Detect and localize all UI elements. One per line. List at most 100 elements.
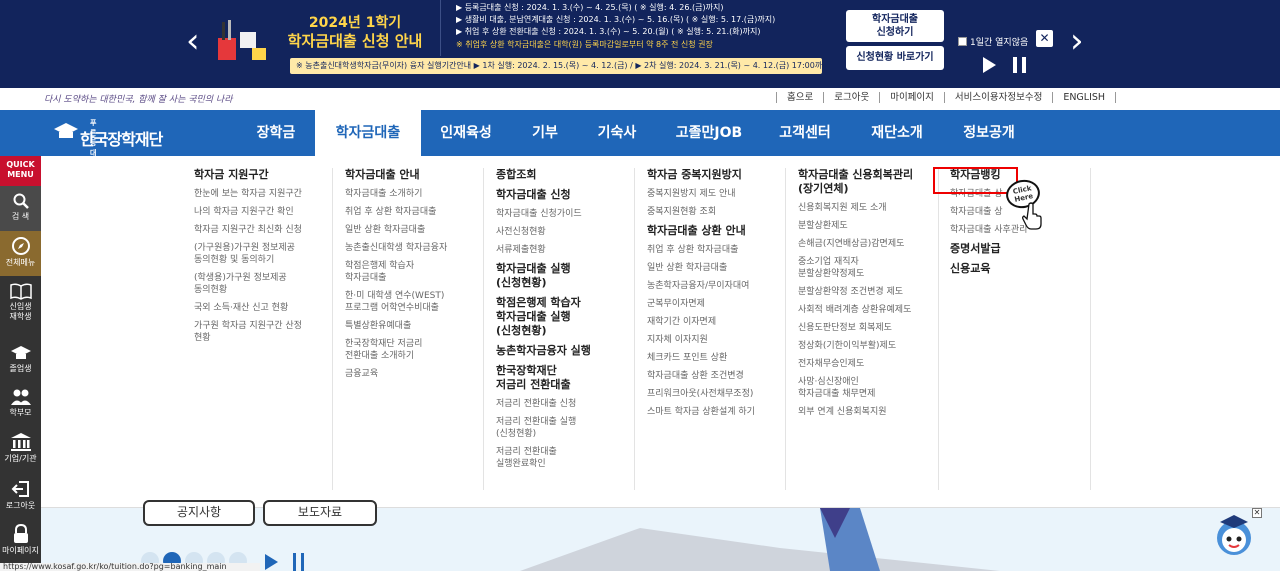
nav-donation[interactable]: 기부 (520, 110, 570, 156)
menu-item[interactable]: 외부 연계 신용회복지원 (798, 406, 938, 418)
menu-item[interactable]: 학점은행제 학습자 학자금대출 (345, 260, 483, 284)
menu-item[interactable]: 사회적 배려계층 상환유예제도 (798, 304, 938, 316)
edit-user-info-link[interactable]: 서비스이용자정보수정 (943, 92, 1052, 103)
nav-about[interactable]: 재단소개 (860, 110, 934, 156)
menu-item[interactable]: 정상화(기한이익부활)제도 (798, 340, 938, 352)
chevron-right-icon[interactable]: › (1070, 24, 1084, 58)
menu-header[interactable]: 학자금대출 안내 (345, 168, 483, 182)
menu-item[interactable]: 분할상환약정 조건변경 제도 (798, 286, 938, 298)
menu-subheader[interactable]: 학점은행제 학습자 학자금대출 실행 (신청현황) (496, 296, 634, 338)
menu-item[interactable]: 학자금 지원구간 최신화 신청 (194, 224, 332, 236)
menu-header[interactable]: 종합조회 (496, 168, 634, 182)
quick-search-button[interactable]: 검 색 (0, 186, 41, 231)
menu-item[interactable]: 한·미 대학생 연수(WEST) 프로그램 어학연수비대출 (345, 290, 483, 314)
menu-item[interactable]: 사전신청현황 (496, 226, 634, 238)
menu-item[interactable]: 학자금대출 소개하기 (345, 188, 483, 200)
menu-item[interactable]: 일반 상환 학자금대출 (345, 224, 483, 236)
menu-subheader[interactable]: 학자금대출 신청 (496, 188, 634, 202)
menu-item[interactable]: 가구원 학자금 지원구간 산정 현황 (194, 320, 332, 344)
menu-item[interactable]: 농촌출신대학생 학자금융자 (345, 242, 483, 254)
carousel-pause-icon[interactable] (293, 553, 304, 571)
menu-item[interactable]: 저금리 전환대출 실행 (신청현황) (496, 416, 634, 440)
menu-subheader[interactable]: 증명서발급 (950, 242, 1090, 256)
quick-logout-button[interactable]: 로그아웃 (0, 474, 41, 519)
press-button[interactable]: 보도자료 (263, 500, 377, 526)
menu-item[interactable]: 금융교육 (345, 368, 483, 380)
menu-subheader[interactable]: 학자금대출 상환 안내 (647, 224, 785, 238)
menu-item[interactable]: 학자금대출 신청가이드 (496, 208, 634, 220)
menu-header[interactable]: 학자금대출 신용회복관리 (장기연체) (798, 168, 938, 196)
close-icon[interactable]: ✕ (1036, 30, 1053, 47)
status-bar-url: https://www.kosaf.go.kr/ko/tuition.do?pg… (0, 563, 260, 571)
logout-link[interactable]: 로그아웃 (823, 92, 879, 103)
chatbot-mascot-icon[interactable] (1212, 512, 1256, 558)
menu-item[interactable]: 한눈에 보는 학자금 지원구간 (194, 188, 332, 200)
mypage-link[interactable]: 마이페이지 (879, 92, 944, 103)
menu-item[interactable]: 전자채무승인제도 (798, 358, 938, 370)
menu-item[interactable]: 신용도판단정보 회복제도 (798, 322, 938, 334)
mega-menu: 학자금 지원구간 한눈에 보는 학자금 지원구간 나의 학자금 지원구간 확인 … (41, 156, 1280, 508)
menu-item[interactable]: 일반 상환 학자금대출 (647, 262, 785, 274)
menu-item[interactable]: 저금리 전환대출 실행완료확인 (496, 446, 634, 470)
checkbox-box[interactable] (958, 37, 967, 46)
menu-subheader[interactable]: 학자금대출 실행 (신청현황) (496, 262, 634, 290)
status-shortcut-button[interactable]: 신청현황 바로가기 (846, 46, 944, 70)
close-icon[interactable]: ✕ (1252, 508, 1262, 518)
logo[interactable]: 푸른등대 한국장학재단 (54, 118, 163, 157)
nav-customer-center[interactable]: 고객센터 (770, 110, 840, 156)
menu-item[interactable]: 한국장학재단 저금리 전환대출 소개하기 (345, 338, 483, 362)
menu-item[interactable]: 학자금대출 상환 조건변경 (647, 370, 785, 382)
menu-item[interactable]: 손해금(지연배상금)감면제도 (798, 238, 938, 250)
menu-item[interactable]: 저금리 전환대출 신청 (496, 398, 634, 410)
nav-talent[interactable]: 인재육성 (430, 110, 502, 156)
nav-student-loan[interactable]: 학자금대출 (315, 110, 421, 157)
nav-dormitory[interactable]: 기숙사 (585, 110, 649, 156)
quick-parents-button[interactable]: 학부모 (0, 384, 41, 428)
menu-item[interactable]: 체크카드 포인트 상환 (647, 352, 785, 364)
dont-show-today-checkbox[interactable]: 1일간 열지않음 (958, 35, 1028, 48)
menu-item[interactable]: 프리워크아웃(사전채무조정) (647, 388, 785, 400)
play-icon[interactable] (983, 57, 996, 73)
menu-subheader[interactable]: 농촌학자금융자 실행 (496, 344, 634, 358)
menu-item[interactable]: 분할상환제도 (798, 220, 938, 232)
nav-disclosure[interactable]: 정보공개 (952, 110, 1026, 156)
nav-highschool-job[interactable]: 고졸만JOB (668, 110, 750, 156)
menu-item[interactable]: 학자금대출 사후관리 (950, 224, 1090, 236)
menu-item[interactable]: 취업 후 상환 학자금대출 (647, 244, 785, 256)
menu-item[interactable]: 신용회복지원 제도 소개 (798, 202, 938, 214)
menu-item[interactable]: 사망·심신장애인 학자금대출 채무면제 (798, 376, 938, 400)
quick-organization-button[interactable]: 기업/기관 (0, 428, 41, 472)
menu-item[interactable]: 서류제출현황 (496, 244, 634, 256)
carousel-play-icon[interactable] (265, 554, 278, 570)
menu-header[interactable]: 학자금 지원구간 (194, 168, 332, 182)
home-link[interactable]: 홈으로 (776, 92, 823, 103)
menu-item[interactable]: 재학기간 이자면제 (647, 316, 785, 328)
nav-scholarship[interactable]: 장학금 (245, 110, 307, 156)
menu-item[interactable]: 국외 소득·재산 신고 현황 (194, 302, 332, 314)
english-link[interactable]: ENGLISH (1052, 92, 1117, 103)
menu-item[interactable]: 취업 후 상환 학자금대출 (345, 206, 483, 218)
menu-item[interactable]: 지자체 이자지원 (647, 334, 785, 346)
menu-item[interactable]: 나의 학자금 지원구간 확인 (194, 206, 332, 218)
quick-graduates-button[interactable]: 졸업생 (0, 338, 41, 384)
menu-item[interactable]: 농촌학자금융자/무이자대여 (647, 280, 785, 292)
quick-all-menu-button[interactable]: 전체메뉴 (0, 231, 41, 276)
apply-loan-button[interactable]: 학자금대출 신청하기 (846, 10, 944, 42)
quick-students-button[interactable]: 신입생 재학생 (0, 276, 41, 336)
menu-subheader[interactable]: 한국장학재단 저금리 전환대출 (496, 364, 634, 392)
menu-subheader[interactable]: 신용교육 (950, 262, 1090, 276)
menu-item[interactable]: 특별상환유예대출 (345, 320, 483, 332)
menu-header[interactable]: 학자금 중복지원방지 (647, 168, 785, 182)
menu-item[interactable]: 중복지원현황 조회 (647, 206, 785, 218)
pause-icon[interactable] (1013, 57, 1026, 73)
menu-item[interactable]: (학생용)가구원 정보제공 동의현황 (194, 272, 332, 296)
notice-button[interactable]: 공지사항 (143, 500, 255, 526)
menu-item[interactable]: 중소기업 재직자 분할상환약정제도 (798, 256, 938, 280)
menu-item[interactable]: 중복지원방지 제도 안내 (647, 188, 785, 200)
menu-item[interactable]: 스마트 학자금 상환설계 하기 (647, 406, 785, 418)
menu-item[interactable]: (가구원용)가구원 정보제공 동의현황 및 동의하기 (194, 242, 332, 266)
quick-mypage-label: 마이페이지 (2, 546, 39, 555)
menu-column-duplicate-prevention: 학자금 중복지원방지 중복지원방지 제도 안내 중복지원현황 조회 학자금대출 … (647, 168, 786, 490)
chevron-left-icon[interactable]: ‹ (186, 24, 200, 58)
menu-item[interactable]: 군복무이자면제 (647, 298, 785, 310)
